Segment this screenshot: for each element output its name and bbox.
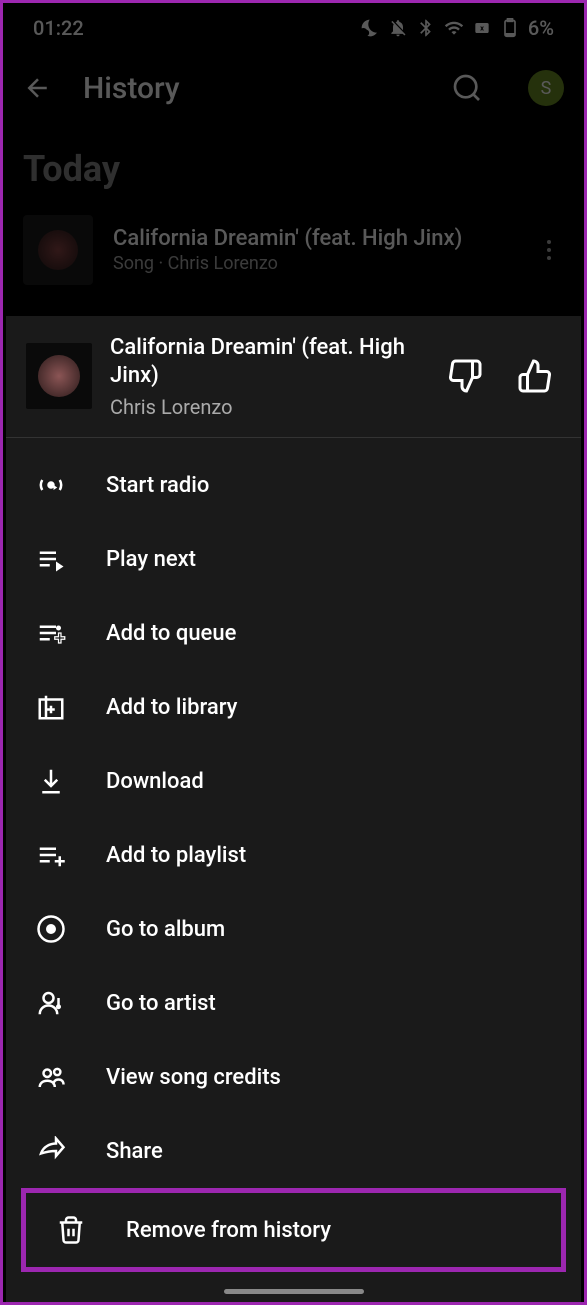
status-time: 01:22 — [33, 16, 84, 40]
sheet-header: California Dreamin' (feat. High Jinx) Ch… — [6, 316, 581, 438]
menu-list: Start radio Play next Add to queue Add t… — [6, 438, 581, 1282]
artist-icon — [36, 988, 66, 1018]
sheet-thumbnail — [26, 343, 92, 409]
menu-add-to-playlist[interactable]: Add to playlist — [6, 818, 581, 892]
trash-icon — [56, 1215, 86, 1245]
download-icon — [36, 766, 66, 796]
menu-label: Add to queue — [106, 621, 236, 646]
menu-remove-from-history[interactable]: Remove from history — [26, 1193, 561, 1267]
menu-go-to-album[interactable]: Go to album — [6, 892, 581, 966]
menu-label: Add to library — [106, 695, 237, 720]
page-title: History — [83, 71, 421, 106]
battery-icon — [500, 18, 520, 38]
status-bar: 01:22 x 6% — [3, 3, 584, 53]
more-options-icon[interactable] — [534, 240, 564, 260]
battery-percent: 6% — [528, 16, 554, 40]
data-icon: x — [472, 18, 492, 38]
menu-label: Add to playlist — [106, 843, 246, 868]
back-arrow-icon[interactable] — [23, 73, 53, 103]
section-title: Today — [3, 123, 584, 205]
menu-download[interactable]: Download — [6, 744, 581, 818]
thumbs-down-icon[interactable] — [447, 358, 483, 394]
wifi-icon — [444, 18, 464, 38]
status-icons: x 6% — [360, 16, 554, 40]
share-icon — [36, 1136, 66, 1166]
bluetooth-icon — [416, 18, 436, 38]
menu-add-to-library[interactable]: Add to library — [6, 670, 581, 744]
menu-label: Share — [106, 1139, 163, 1164]
bottom-sheet: California Dreamin' (feat. High Jinx) Ch… — [6, 316, 581, 1302]
credits-icon — [36, 1062, 66, 1092]
radio-icon — [36, 470, 66, 500]
menu-label: View song credits — [106, 1065, 281, 1090]
sheet-title: California Dreamin' (feat. High Jinx) — [110, 334, 421, 391]
menu-label: Go to album — [106, 917, 225, 942]
svg-text:x: x — [480, 24, 484, 33]
nav-bar-handle[interactable] — [224, 1289, 364, 1294]
queue-icon — [36, 618, 66, 648]
mute-icon — [388, 18, 408, 38]
sheet-artist: Chris Lorenzo — [110, 395, 421, 419]
avatar-letter: S — [541, 78, 552, 99]
library-icon — [36, 692, 66, 722]
menu-label: Start radio — [106, 473, 209, 498]
album-icon — [36, 914, 66, 944]
history-info: California Dreamin' (feat. High Jinx) So… — [113, 226, 514, 274]
menu-label: Download — [106, 769, 204, 794]
thumbs-up-icon[interactable] — [517, 358, 553, 394]
playlist-add-icon — [36, 840, 66, 870]
header: History S — [3, 53, 584, 123]
menu-view-credits[interactable]: View song credits — [6, 1040, 581, 1114]
menu-share[interactable]: Share — [6, 1114, 581, 1188]
highlight-annotation: Remove from history — [21, 1188, 566, 1272]
menu-label: Play next — [106, 547, 196, 572]
history-item[interactable]: California Dreamin' (feat. High Jinx) So… — [3, 205, 584, 295]
avatar[interactable]: S — [528, 70, 564, 106]
menu-play-next[interactable]: Play next — [6, 522, 581, 596]
menu-add-to-queue[interactable]: Add to queue — [6, 596, 581, 670]
menu-label: Go to artist — [106, 991, 216, 1016]
sheet-info: California Dreamin' (feat. High Jinx) Ch… — [110, 334, 421, 419]
menu-go-to-artist[interactable]: Go to artist — [6, 966, 581, 1040]
history-title: California Dreamin' (feat. High Jinx) — [113, 226, 514, 251]
album-thumbnail — [23, 215, 93, 285]
search-icon[interactable] — [451, 72, 483, 104]
menu-label: Remove from history — [126, 1218, 331, 1243]
play-next-icon — [36, 544, 66, 574]
history-subtitle: Song · Chris Lorenzo — [113, 253, 514, 274]
dnd-icon — [360, 18, 380, 38]
menu-start-radio[interactable]: Start radio — [6, 448, 581, 522]
